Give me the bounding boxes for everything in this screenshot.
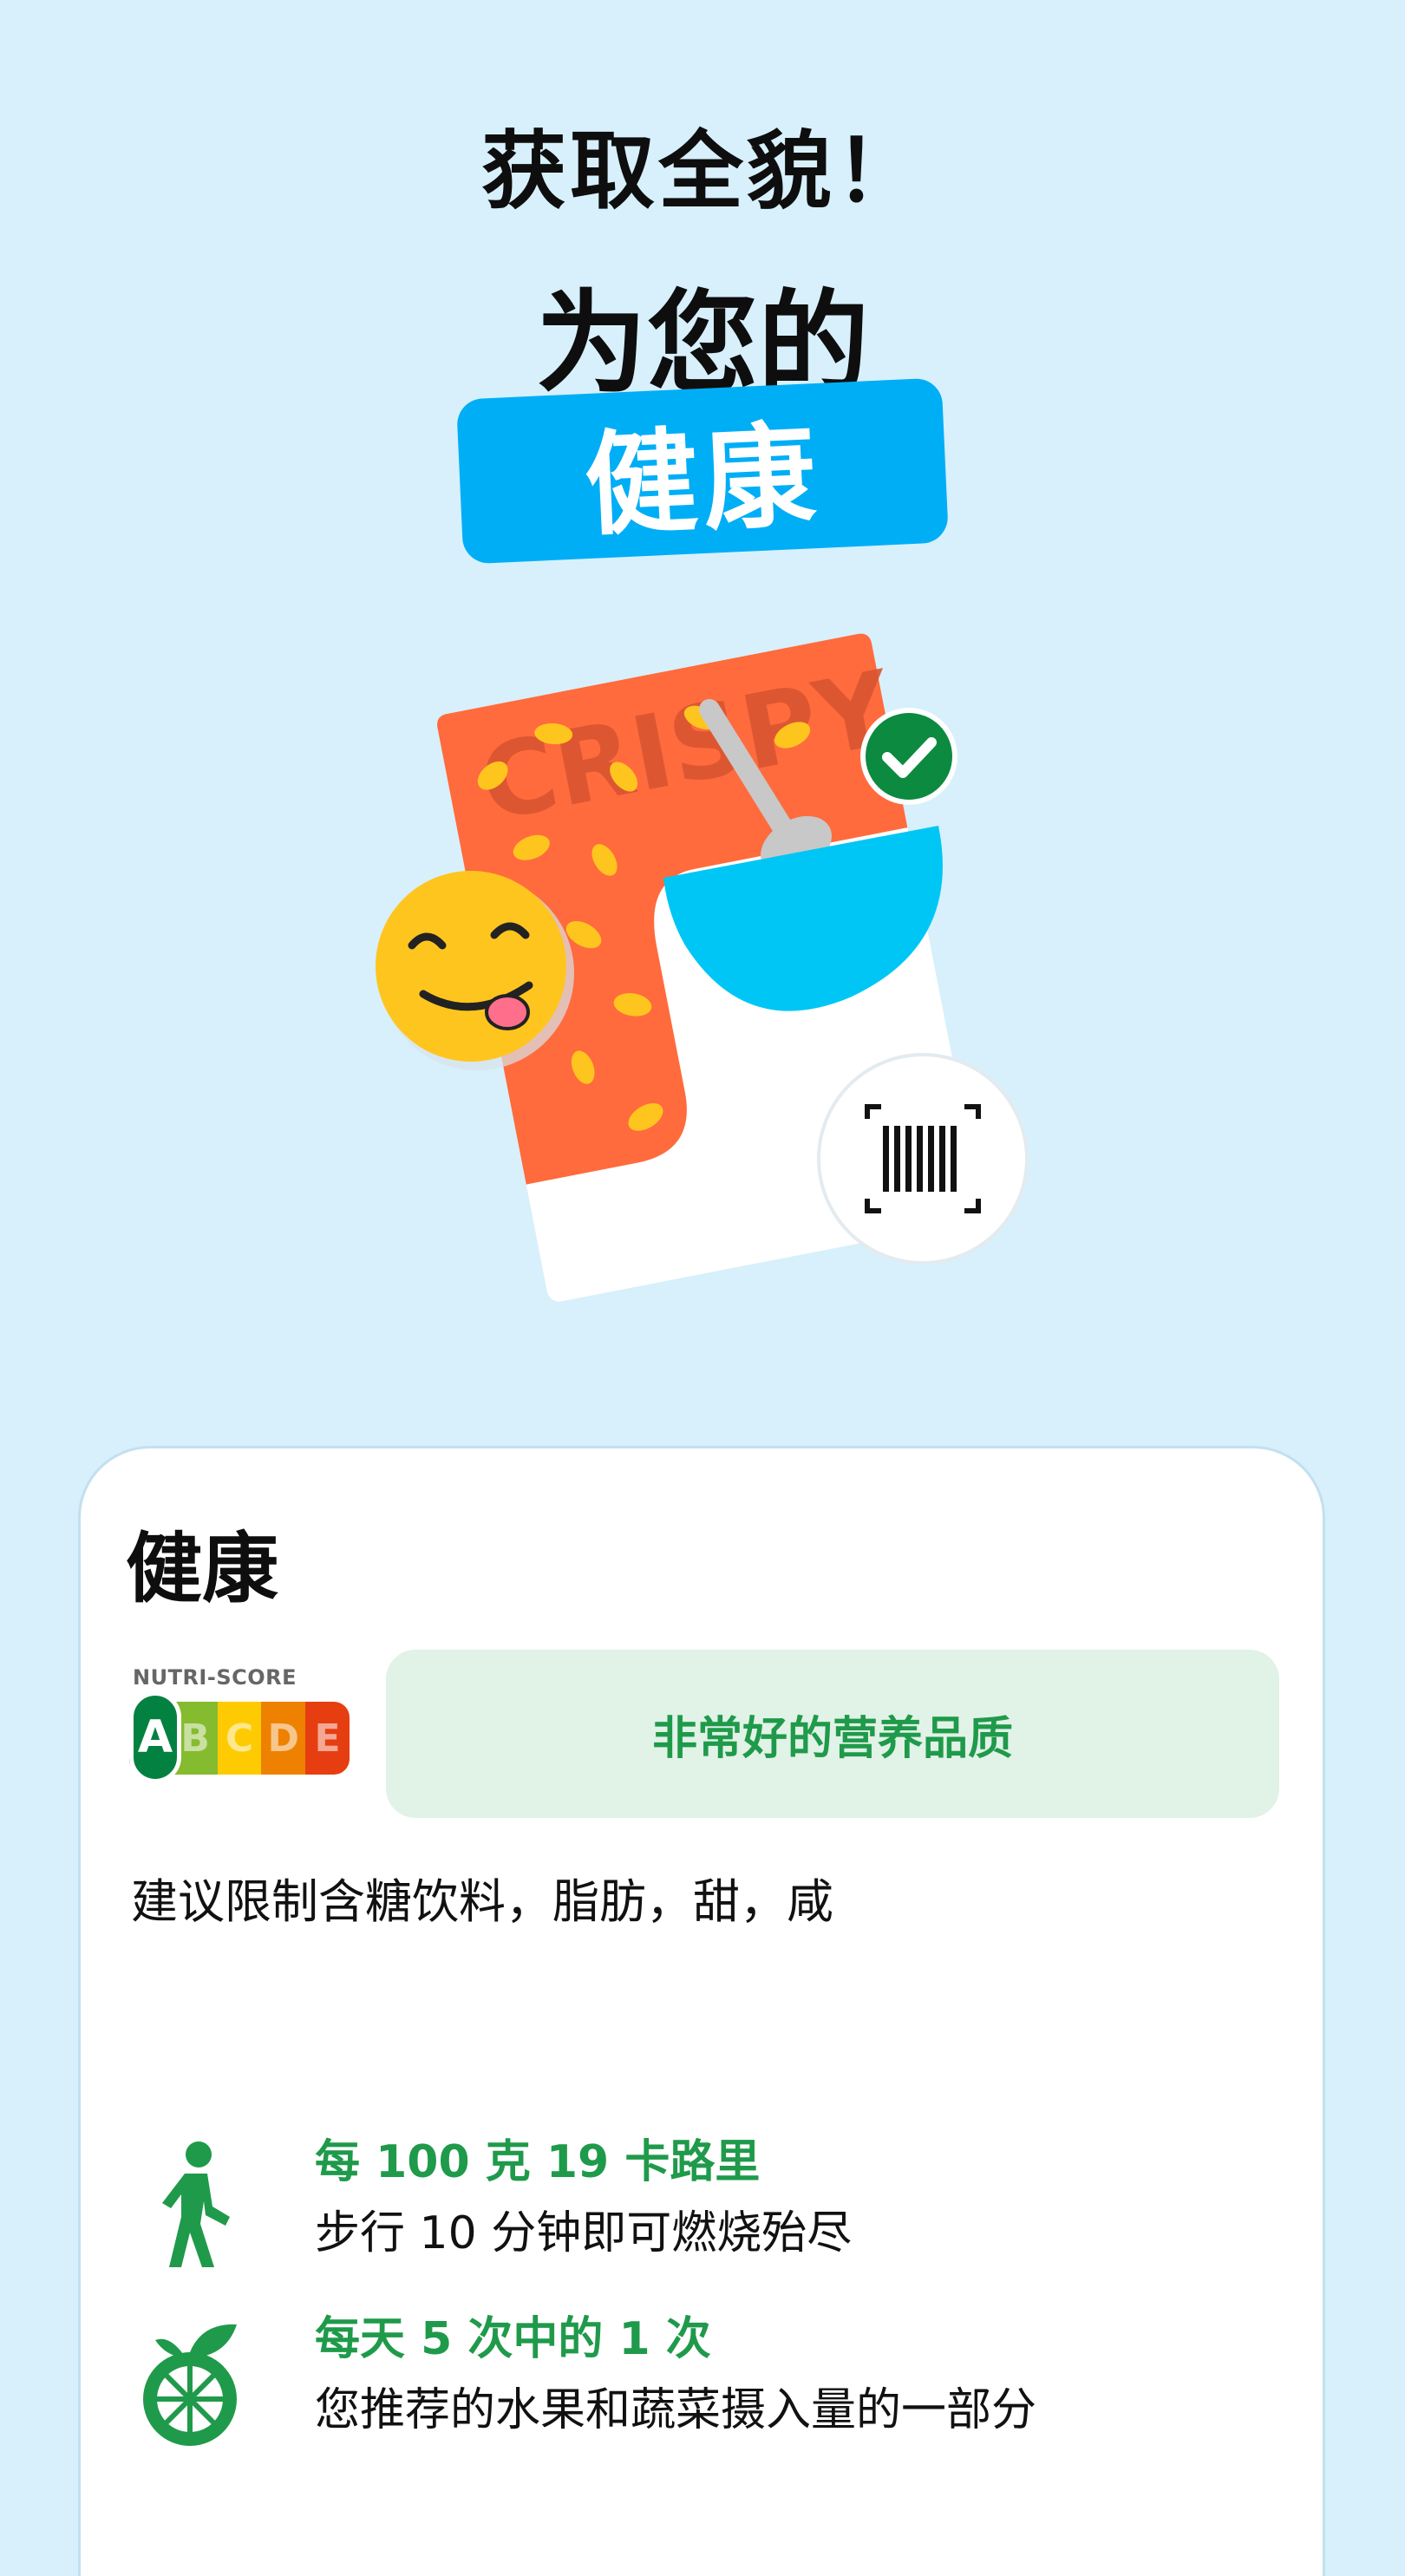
- fruit-detail: 您推荐的水果和蔬菜摄入量的一部分: [315, 2384, 1037, 2436]
- nutri-grade-selected: A: [129, 1691, 181, 1783]
- product-illustration: CRISPY: [376, 633, 1029, 1302]
- walking-person-icon: [162, 2141, 230, 2267]
- calories-fact-row: 每 100 克 19 卡路里 步行 10 分钟即可燃烧殆尽: [81, 2125, 1323, 2290]
- fruit-headline: 每天 5 次中的 1 次: [315, 2313, 711, 2365]
- citrus-fruit-icon: [143, 2324, 237, 2446]
- nutri-grade-d: D: [261, 1702, 306, 1775]
- nutrition-quality-box[interactable]: 非常好的营养品质: [386, 1650, 1279, 1818]
- nutri-grade-c: C: [217, 1702, 262, 1775]
- health-card: 健康 NUTRI-SCORE A B C D E A 非常好的营养品质 建议限制…: [81, 1448, 1323, 2576]
- calories-detail: 步行 10 分钟即可燃烧殆尽: [315, 2207, 853, 2259]
- nutri-score-badge: NUTRI-SCORE A B C D E A: [129, 1665, 363, 1795]
- nutrition-advice-text: 建议限制含糖饮料，脂肪，甜，咸: [131, 1874, 833, 1929]
- nutrition-quality-label: 非常好的营养品质: [651, 1712, 1013, 1765]
- nutri-score-label: NUTRI-SCORE: [133, 1665, 297, 1690]
- barcode-scan-icon: [817, 1053, 1029, 1265]
- nutri-grade-e: E: [305, 1702, 350, 1775]
- calories-headline: 每 100 克 19 卡路里: [315, 2136, 761, 2188]
- fruit-fact-row: 每天 5 次中的 1 次 您推荐的水果和蔬菜摄入量的一部分: [81, 2302, 1323, 2467]
- card-title: 健康: [126, 1524, 279, 1613]
- checkmark-icon: [860, 708, 957, 805]
